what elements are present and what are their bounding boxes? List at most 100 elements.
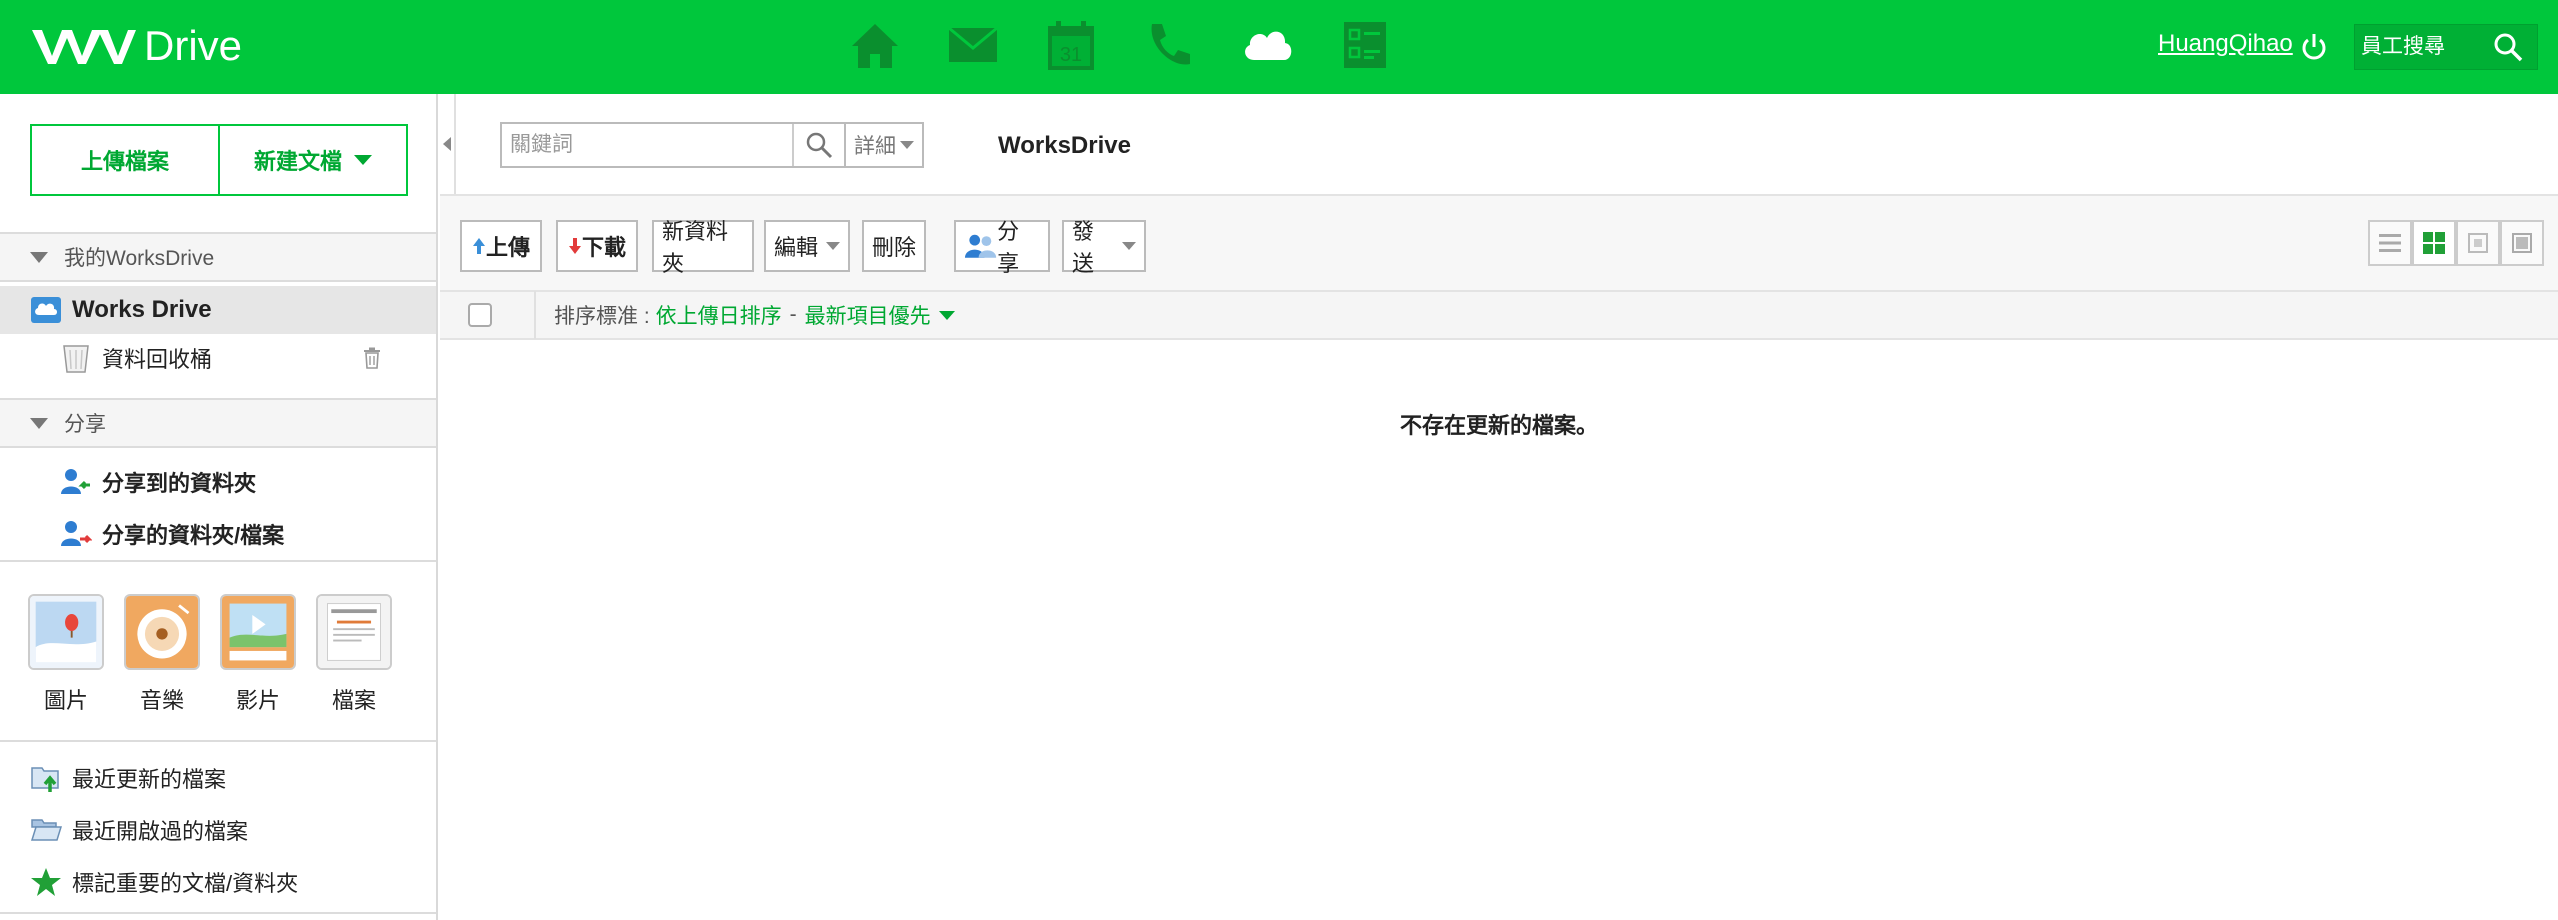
employee-search-input[interactable] (2355, 35, 2485, 59)
select-all-checkbox[interactable] (468, 303, 492, 327)
keyword-search-button[interactable] (792, 124, 844, 166)
works-logo-icon (32, 30, 136, 64)
media-video-label: 影片 (235, 688, 280, 713)
keyword-search (500, 122, 846, 168)
new-document-label: 新建文檔 (253, 149, 342, 174)
send-dropdown[interactable]: 發送 (1062, 219, 1146, 276)
empty-state-message: 不存在更新的檔案。 (1399, 413, 1598, 438)
sidebar-item-shared-folders-files-label: 分享的資料夾/檔案 (102, 523, 285, 548)
send-dropdown-label: 發送 (1072, 219, 1095, 276)
download-button[interactable]: 下載 (556, 220, 638, 272)
user-name-link[interactable]: HuangQihao (2158, 30, 2293, 58)
sidebar-item-recent-opened[interactable]: 最近開啟過的檔案 (0, 806, 436, 854)
media-music[interactable]: 音樂 (124, 594, 200, 715)
view-grid-button[interactable] (2412, 220, 2456, 266)
phone-icon (1151, 24, 1190, 65)
new-folder-button-label: 新資料夾 (662, 219, 729, 276)
detail-search-button[interactable]: 詳細 (846, 122, 924, 168)
recent-updated-icon (31, 767, 59, 792)
sidebar-item-shared-to-folder[interactable]: 分享到的資料夾 (0, 458, 436, 506)
collapse-sidebar-button[interactable] (440, 94, 454, 194)
media-documents[interactable]: 檔案 (316, 594, 392, 715)
delete-button[interactable]: 刪除 (862, 220, 926, 272)
empty-trash-icon[interactable] (362, 347, 382, 369)
app-home[interactable] (826, 14, 924, 76)
section-my-drive-label: 我的WorksDrive (64, 247, 215, 270)
sidebar-item-recycle-bin[interactable]: 資料回收桶 (0, 334, 436, 382)
breadcrumb: WorksDrive (998, 132, 1131, 159)
collapse-triangle-icon (30, 251, 48, 263)
view-thumbnail-button[interactable] (2456, 220, 2500, 266)
sidebar-action-buttons: 上傳檔案 新建文檔 (30, 124, 408, 196)
section-my-drive[interactable]: 我的WorksDrive (0, 232, 436, 282)
chevron-down-icon (354, 155, 372, 165)
sidebar-divider (0, 912, 436, 914)
sidebar-item-starred-label: 標記重要的文檔/資料夾 (72, 871, 299, 896)
upload-button[interactable]: 上傳 (460, 220, 542, 272)
app-mail[interactable] (924, 14, 1022, 76)
sidebar-item-works-drive[interactable]: Works Drive (0, 286, 436, 334)
search-icon (806, 132, 833, 159)
users-icon (964, 234, 997, 258)
music-icon (124, 594, 200, 670)
section-share[interactable]: 分享 (0, 398, 436, 448)
sidebar-item-recent-opened-label: 最近開啟過的檔案 (72, 819, 249, 844)
search-bar: 詳細 WorksDrive (454, 94, 2558, 194)
media-video[interactable]: 影片 (220, 594, 296, 715)
sidebar-divider (0, 740, 436, 742)
chevron-left-icon (443, 137, 451, 151)
recycle-bin-icon (63, 345, 89, 373)
view-large-button[interactable] (2500, 220, 2544, 266)
shared-by-me-icon (61, 521, 92, 546)
document-icon (316, 594, 392, 670)
video-icon (220, 594, 296, 670)
sort-order-newest[interactable]: 最新項目優先 (805, 300, 931, 330)
new-folder-button[interactable]: 新資料夾 (652, 219, 754, 276)
sidebar-item-shared-to-folder-label: 分享到的資料夾 (102, 471, 257, 496)
view-list-button[interactable] (2368, 220, 2412, 266)
sort-divider (534, 291, 536, 339)
edit-dropdown-label: 編輯 (774, 235, 819, 260)
sidebar-item-works-drive-label: Works Drive (72, 296, 212, 323)
sidebar-item-shared-folders-files[interactable]: 分享的資料夾/檔案 (0, 510, 436, 558)
download-button-label: 下載 (581, 235, 626, 260)
sidebar-item-recent-updated-label: 最近更新的檔案 (72, 767, 227, 792)
sidebar-item-recent-updated[interactable]: 最近更新的檔案 (0, 754, 436, 802)
main-content: 詳細 WorksDrive 上傳 下載 新資料夾 編輯 刪除 (440, 94, 2558, 920)
upload-file-label: 上傳檔案 (80, 149, 169, 174)
thumbnail-view-icon (2468, 233, 2488, 253)
collapse-triangle-icon (30, 417, 48, 429)
app-call[interactable] (1120, 14, 1218, 76)
search-icon[interactable] (2491, 30, 2525, 64)
power-icon[interactable] (2300, 30, 2328, 62)
open-folder-icon (30, 819, 62, 841)
media-category-grid: 圖片 音樂 影片 檔案 (28, 594, 392, 715)
new-document-button[interactable]: 新建文檔 (218, 126, 406, 194)
sort-bar: 排序標准 : 依上傳日排序 - 最新項目優先 (440, 291, 2558, 340)
edit-dropdown[interactable]: 編輯 (764, 220, 850, 272)
sort-by-upload-date[interactable]: 依上傳日排序 (656, 300, 782, 330)
sidebar-item-starred[interactable]: 標記重要的文檔/資料夾 (0, 858, 436, 906)
detail-search-label: 詳細 (854, 135, 896, 158)
app-calendar[interactable]: 31 (1022, 14, 1120, 76)
share-button[interactable]: 分享 (954, 219, 1050, 276)
share-button-label: 分享 (997, 219, 1020, 276)
employee-search (2354, 24, 2538, 70)
cloud-icon (1245, 31, 1292, 60)
chevron-down-icon[interactable] (938, 310, 955, 320)
app-form[interactable] (1316, 14, 1414, 76)
media-pictures[interactable]: 圖片 (28, 594, 104, 715)
keyword-search-input[interactable] (502, 124, 792, 166)
sort-separator: - (789, 303, 797, 326)
logo[interactable]: Drive (32, 18, 242, 74)
app-switcher: 31 (826, 14, 1414, 76)
calendar-icon: 31 (1048, 21, 1094, 70)
arrow-up-icon (472, 238, 485, 254)
delete-button-label: 刪除 (872, 235, 917, 260)
sidebar-item-recycle-bin-label: 資料回收桶 (102, 347, 213, 372)
brand-name: Drive (144, 22, 243, 69)
app-drive[interactable] (1218, 14, 1316, 76)
grid-view-icon (2423, 232, 2445, 254)
upload-file-button[interactable]: 上傳檔案 (32, 126, 218, 194)
picture-icon (28, 594, 104, 670)
